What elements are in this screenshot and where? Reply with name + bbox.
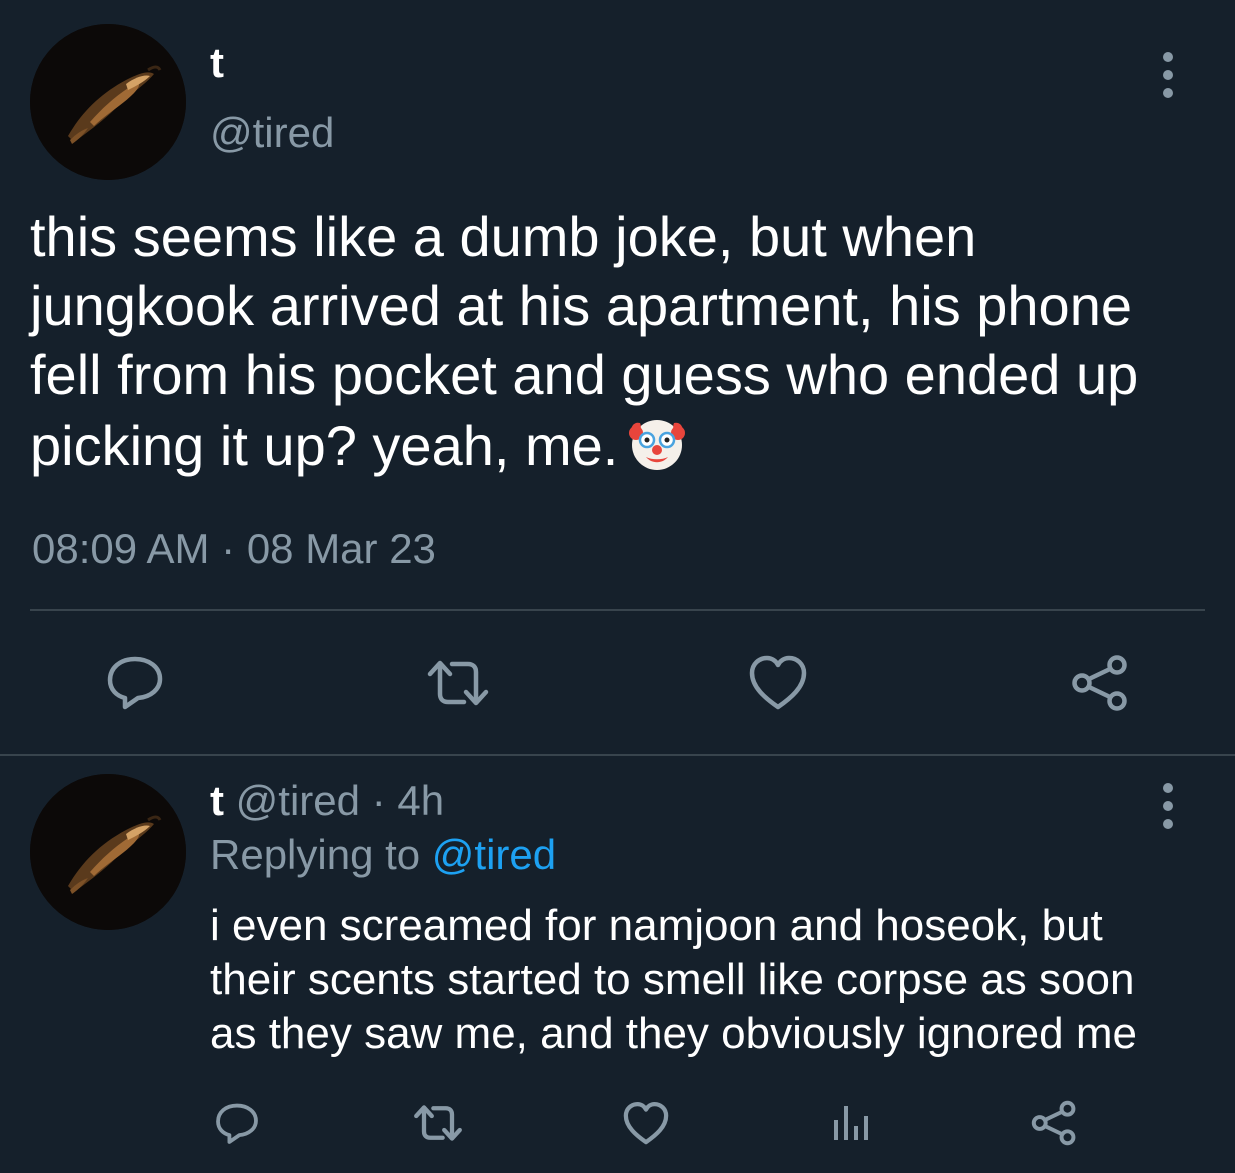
share-button[interactable] — [1030, 1100, 1078, 1146]
header-separator: · — [371, 777, 386, 824]
share-icon — [1072, 655, 1127, 711]
tweet-text: this seems like a dumb joke, but when ju… — [30, 202, 1225, 490]
tweet-age[interactable]: 4h — [397, 777, 444, 824]
more-options-icon[interactable] — [1153, 783, 1183, 829]
replying-label: Replying to — [210, 831, 421, 878]
retweet-icon — [414, 1105, 462, 1141]
reply-icon — [216, 1103, 258, 1144]
more-options-icon[interactable] — [1153, 52, 1183, 98]
user-handle[interactable]: @tired — [210, 108, 334, 158]
divider — [30, 609, 1205, 611]
analytics-button[interactable] — [828, 1100, 872, 1144]
tweet-date: 08 Mar 23 — [246, 525, 436, 572]
tweet-text: i even screamed for namjoon and hoseok, … — [210, 901, 1137, 1058]
tweet-thread-screen: t @tired this seems like a dumb joke, bu… — [0, 0, 1235, 1173]
tweet-text-content: this seems like a dumb joke, but when ju… — [30, 205, 1139, 477]
display-name[interactable]: t — [210, 38, 224, 88]
user-handle[interactable]: @tired — [236, 777, 360, 824]
replying-to-line: Replying to @tired — [210, 830, 556, 880]
share-button[interactable] — [1070, 654, 1130, 712]
main-tweet: t @tired this seems like a dumb joke, bu… — [0, 0, 1235, 755]
like-icon — [749, 655, 807, 710]
like-button[interactable] — [622, 1100, 670, 1146]
analytics-icon — [834, 1106, 868, 1140]
reply-button[interactable] — [214, 1100, 260, 1146]
retweet-icon — [427, 660, 489, 706]
like-button[interactable] — [747, 654, 809, 712]
avatar[interactable] — [30, 774, 186, 930]
like-icon — [623, 1101, 669, 1144]
tweet-timestamp[interactable]: 08:09 AM · 08 Mar 23 — [32, 524, 436, 574]
timestamp-separator: · — [221, 525, 236, 572]
reply-button[interactable] — [104, 652, 166, 712]
tweet-time: 08:09 AM — [32, 525, 210, 572]
mention-link[interactable]: @tired — [432, 831, 556, 878]
share-icon — [1031, 1100, 1076, 1146]
clown-face-icon — [624, 409, 690, 490]
display-name[interactable]: t — [210, 777, 224, 824]
avatar[interactable] — [30, 24, 186, 180]
retweet-button[interactable] — [422, 656, 494, 710]
reply-header: t @tired · 4h — [210, 776, 444, 826]
divider — [0, 754, 1235, 756]
retweet-button[interactable] — [410, 1102, 466, 1144]
reply-icon — [107, 656, 163, 710]
